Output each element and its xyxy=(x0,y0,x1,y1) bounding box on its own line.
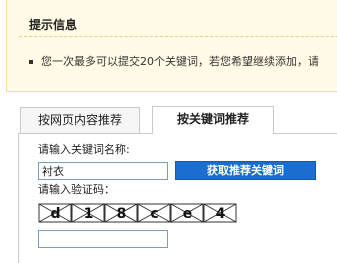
tab-page-content[interactable]: 按网页内容推荐 xyxy=(20,107,140,133)
keyword-input[interactable] xyxy=(38,162,168,180)
captcha-char: d xyxy=(50,206,60,222)
verify-label: 请输入验证码： xyxy=(38,183,115,196)
captcha-char: 8 xyxy=(117,206,127,222)
keyword-label: 请输入关键词名称: xyxy=(38,143,130,156)
captcha-char: 1 xyxy=(84,206,94,222)
notice-message-row: 您一次最多可以提交20个关键词，若您希望继续添加，请 xyxy=(29,53,319,69)
get-recommend-button[interactable]: 获取推荐关键词 xyxy=(175,161,316,180)
notice-divider xyxy=(19,36,337,37)
notice-title: 提示信息 xyxy=(29,18,78,32)
tab-keyword[interactable]: 按关键词推荐 xyxy=(152,106,274,134)
notice-box: 提示信息 您一次最多可以提交20个关键词，若您希望继续添加，请 xyxy=(6,0,337,92)
verify-code-input[interactable] xyxy=(38,230,168,248)
captcha-char: e xyxy=(183,206,193,222)
bullet-icon xyxy=(29,60,33,64)
captcha-image: d 1 8 c e 4 xyxy=(38,203,238,223)
captcha-char: 4 xyxy=(216,206,226,222)
notice-message: 您一次最多可以提交20个关键词，若您希望继续添加，请 xyxy=(41,55,319,68)
captcha-char: c xyxy=(150,206,158,222)
